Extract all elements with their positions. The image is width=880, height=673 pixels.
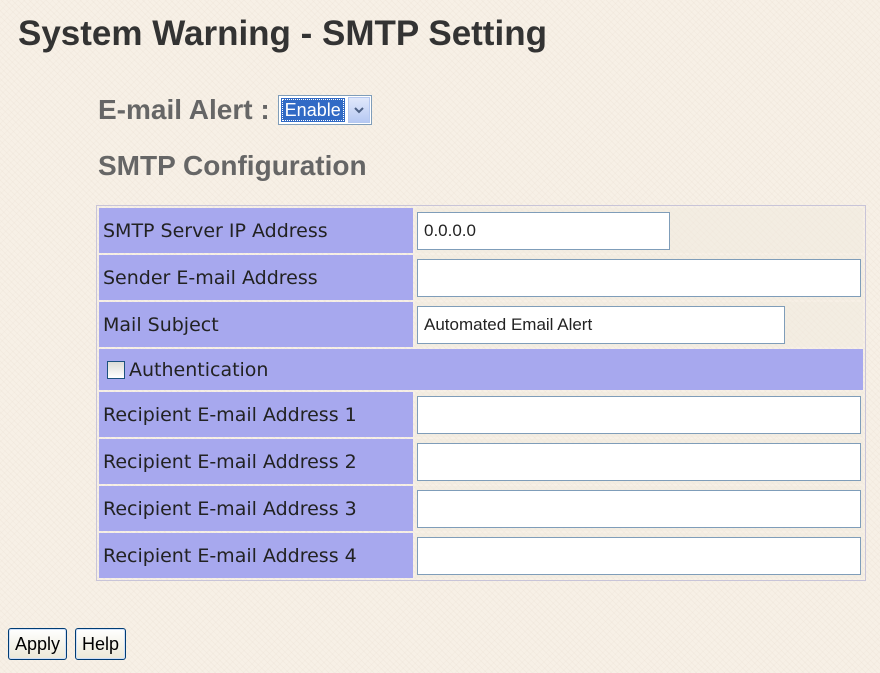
recipient-row-4: Recipient E-mail Address 4 [99, 533, 863, 578]
authentication-label[interactable]: Authentication [129, 359, 268, 381]
recipient-input-1[interactable] [417, 395, 861, 434]
email-alert-selected-value: Enable [280, 98, 345, 122]
recipient-row-3: Recipient E-mail Address 3 [99, 486, 863, 531]
page-title: System Warning - SMTP Setting [18, 14, 547, 53]
smtp-configuration-title: SMTP Configuration [98, 150, 367, 181]
mail-subject-row: Mail Subject [99, 302, 863, 347]
recipient-cell-3 [415, 486, 863, 531]
mail-subject-input[interactable] [417, 305, 785, 344]
sender-email-cell [415, 255, 863, 300]
recipient-cell-4 [415, 533, 863, 578]
recipient-cell-1 [415, 392, 863, 437]
sender-email-input[interactable] [417, 258, 861, 297]
apply-button[interactable]: Apply [8, 628, 68, 660]
help-button[interactable]: Help [75, 628, 127, 660]
mail-subject-label: Mail Subject [99, 302, 413, 347]
recipient-input-4[interactable] [417, 536, 861, 575]
sender-email-row: Sender E-mail Address [99, 255, 863, 300]
smtp-server-ip-cell [415, 208, 863, 253]
recipient-label-4: Recipient E-mail Address 4 [99, 533, 413, 578]
recipient-input-3[interactable] [417, 489, 861, 528]
email-alert-row: E-mail Alert : Enable [98, 94, 372, 126]
email-alert-label: E-mail Alert : [98, 94, 270, 125]
authentication-checkbox[interactable] [107, 360, 125, 379]
email-alert-select[interactable]: Enable [277, 95, 372, 125]
smtp-config-table: SMTP Server IP Address Sender E-mail Add… [96, 205, 866, 581]
form-buttons: Apply Help [8, 628, 127, 660]
mail-subject-cell [415, 302, 863, 347]
recipient-row-2: Recipient E-mail Address 2 [99, 439, 863, 484]
chevron-down-icon[interactable] [347, 97, 370, 123]
sender-email-label: Sender E-mail Address [99, 255, 413, 300]
authentication-row: Authentication [99, 349, 863, 390]
recipient-row-1: Recipient E-mail Address 1 [99, 392, 863, 437]
smtp-server-ip-label: SMTP Server IP Address [99, 208, 413, 253]
smtp-server-ip-input[interactable] [417, 211, 670, 250]
recipient-label-3: Recipient E-mail Address 3 [99, 486, 413, 531]
recipient-input-2[interactable] [417, 442, 861, 481]
smtp-server-ip-row: SMTP Server IP Address [99, 208, 863, 253]
recipient-cell-2 [415, 439, 863, 484]
recipient-label-1: Recipient E-mail Address 1 [99, 392, 413, 437]
recipient-label-2: Recipient E-mail Address 2 [99, 439, 413, 484]
